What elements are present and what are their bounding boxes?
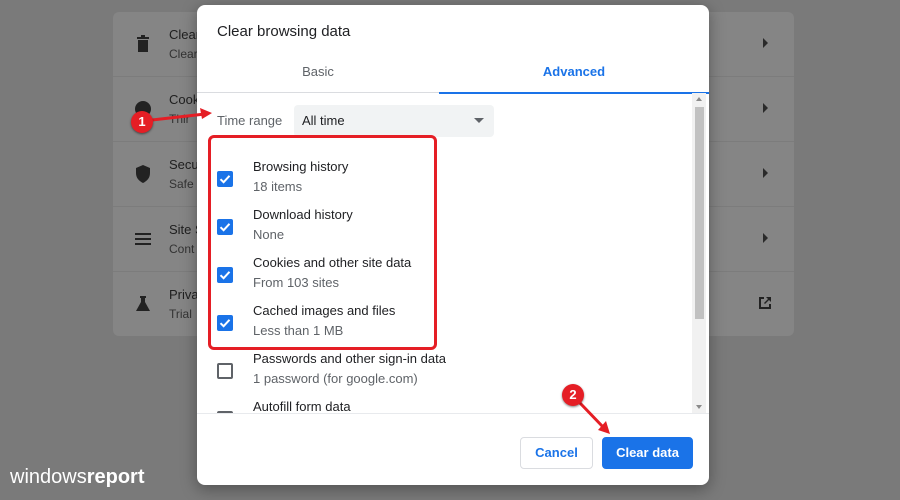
tab-advanced[interactable]: Advanced — [439, 57, 709, 94]
item-title: Autofill form data — [253, 399, 351, 413]
settings-row-sub: Clear — [169, 47, 198, 61]
settings-row-sub: Cont — [169, 242, 195, 256]
chevron-right-icon — [763, 103, 768, 113]
settings-row-title: Clear — [169, 27, 201, 42]
settings-row-sub: Thir — [169, 112, 190, 126]
settings-row-title: Priva — [169, 287, 199, 302]
chevron-right-icon — [763, 38, 768, 48]
watermark-part1: windows — [10, 466, 87, 488]
tab-bar: Basic Advanced — [197, 57, 709, 94]
shield-icon — [136, 165, 150, 183]
dialog-title: Clear browsing data — [217, 23, 351, 40]
item-title: Passwords and other sign-in data — [253, 351, 446, 366]
watermark-part2: report — [86, 466, 145, 488]
settings-row-sub: Safe — [169, 177, 194, 191]
cancel-button[interactable]: Cancel — [520, 437, 593, 469]
footer-divider — [197, 413, 709, 414]
item-subtitle: 1 password (for google.com) — [253, 371, 418, 386]
settings-row-title: Cook — [169, 92, 200, 107]
clear-data-button[interactable]: Clear data — [602, 437, 693, 469]
settings-row-sub: Trial — [169, 307, 192, 321]
chevron-right-icon — [763, 168, 768, 178]
chevron-right-icon — [763, 233, 768, 243]
sliders-icon — [135, 233, 151, 245]
annotation-step-2-badge: 2 — [562, 384, 584, 406]
time-range-label: Time range — [217, 113, 283, 128]
scroll-up-arrow-icon[interactable] — [696, 97, 702, 101]
tab-basic[interactable]: Basic — [197, 57, 439, 93]
flask-icon — [136, 296, 150, 311]
content-scrollbar[interactable] — [692, 93, 706, 413]
annotation-highlight-box — [208, 135, 437, 350]
scrollbar-thumb[interactable] — [695, 107, 704, 319]
windowsreport-watermark: windowsreport — [10, 466, 145, 489]
settings-row-title: Secu — [169, 157, 199, 172]
scroll-down-arrow-icon[interactable] — [696, 405, 702, 409]
time-range-value: All time — [302, 113, 345, 128]
list-item-passwords: Passwords and other sign-in data 1 passw… — [197, 351, 687, 399]
time-range-select[interactable]: All time — [294, 105, 494, 137]
open-external-icon — [759, 297, 771, 309]
passwords-checkbox[interactable] — [217, 363, 233, 379]
annotation-step-1-badge: 1 — [131, 111, 153, 133]
trash-icon — [137, 35, 149, 52]
tab-advanced-label: Advanced — [542, 64, 606, 79]
list-item-autofill: Autofill form data — [197, 399, 687, 413]
caret-down-icon — [474, 118, 484, 123]
